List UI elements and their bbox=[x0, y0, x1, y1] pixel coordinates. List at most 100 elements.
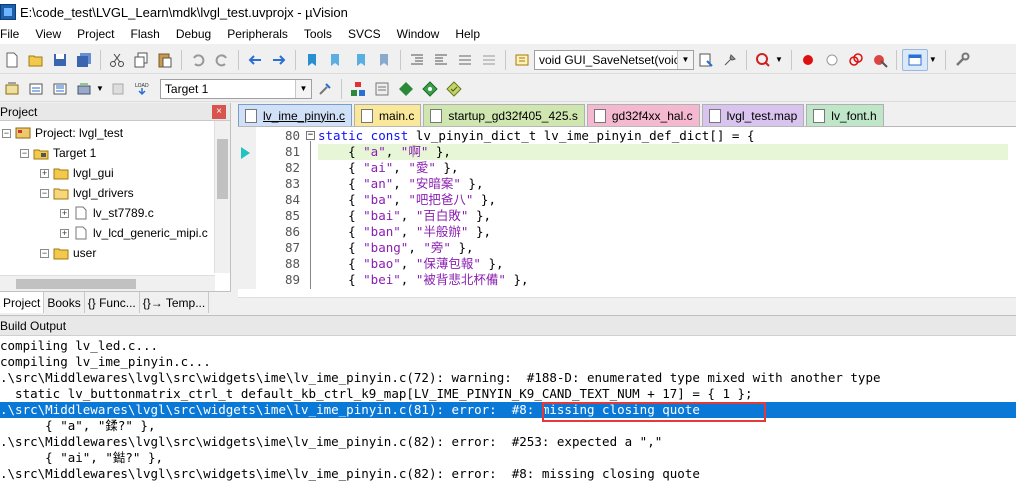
comment-icon[interactable] bbox=[454, 49, 476, 71]
tab-gd32f4xx-hal[interactable]: gd32f4xx_hal.c bbox=[586, 104, 700, 126]
editor-horizontal-scrollbar[interactable] bbox=[238, 297, 1016, 313]
save-icon[interactable] bbox=[49, 49, 71, 71]
collapse-icon[interactable]: − bbox=[20, 148, 29, 158]
navigate-forward-icon[interactable] bbox=[268, 49, 290, 71]
bookmark-toggle-icon[interactable] bbox=[301, 49, 323, 71]
tree-node-lv-st7789[interactable]: + lv_st7789.c bbox=[60, 203, 154, 223]
collapse-icon[interactable]: − bbox=[40, 188, 49, 198]
build-toolbar: ▼ LOAD Target 1 ▼ bbox=[0, 76, 1016, 102]
file-icon bbox=[813, 108, 826, 123]
file-extensions-icon[interactable] bbox=[371, 78, 393, 100]
browse-tools-icon[interactable] bbox=[719, 49, 741, 71]
menu-file[interactable]: File bbox=[0, 27, 26, 41]
download-load-icon[interactable]: LOAD bbox=[131, 78, 153, 100]
build-line-warning[interactable]: .\src\Middlewares\lvgl\src\widgets\ime\l… bbox=[0, 370, 1016, 386]
undo-icon[interactable] bbox=[187, 49, 209, 71]
bookmark-next-icon[interactable] bbox=[349, 49, 371, 71]
windows-layout-icon[interactable] bbox=[901, 48, 928, 71]
breakpoint-disable-icon[interactable] bbox=[821, 49, 843, 71]
project-vertical-scrollbar[interactable] bbox=[214, 121, 230, 273]
tree-node-user[interactable]: − user bbox=[40, 243, 96, 263]
menu-debug[interactable]: Debug bbox=[176, 27, 218, 41]
toolbar-separator bbox=[746, 49, 747, 70]
rebuild-icon[interactable] bbox=[49, 78, 71, 100]
build-line-error-selected[interactable]: .\src\Middlewares\lvgl\src\widgets\ime\l… bbox=[0, 402, 1016, 418]
tab-lv-font-h[interactable]: lv_font.h bbox=[806, 104, 884, 126]
navigate-back-icon[interactable] bbox=[244, 49, 266, 71]
build-line[interactable]: { "a", "鍒?" }, bbox=[0, 418, 1016, 434]
tree-node-target[interactable]: − Target 1 bbox=[20, 143, 96, 163]
menu-flash[interactable]: Flash bbox=[131, 27, 167, 41]
collapse-icon[interactable]: − bbox=[40, 248, 49, 258]
cut-icon[interactable] bbox=[106, 49, 128, 71]
tab-lvgl-test-map[interactable]: lvgl_test.map bbox=[701, 104, 805, 126]
build-line[interactable]: compiling lv_ime_pinyin.c... bbox=[0, 354, 1016, 370]
tree-node-lv-lcd-generic-mipi[interactable]: + lv_lcd_generic_mipi.c bbox=[60, 223, 208, 243]
expand-icon[interactable]: + bbox=[60, 208, 69, 218]
tab-project[interactable]: Project bbox=[0, 292, 45, 313]
close-icon[interactable]: × bbox=[212, 104, 226, 119]
build-line[interactable]: { "ai", "鐑?" }, bbox=[0, 450, 1016, 466]
breakpoint-kill-all-icon[interactable] bbox=[869, 49, 891, 71]
indent-icon[interactable] bbox=[406, 49, 428, 71]
manage-rte-icon[interactable] bbox=[419, 78, 441, 100]
tree-node-lvgl-drivers[interactable]: − lvgl_drivers bbox=[40, 183, 134, 203]
select-packs-icon[interactable] bbox=[395, 78, 417, 100]
manage-project-items-icon[interactable] bbox=[347, 78, 369, 100]
build-line[interactable]: static lv_buttonmatrix_ctrl_t default_kb… bbox=[0, 386, 1016, 402]
menu-help[interactable]: Help bbox=[455, 27, 487, 41]
tab-main-c[interactable]: main.c bbox=[354, 104, 422, 126]
breakpoint-disable-all-icon[interactable] bbox=[845, 49, 867, 71]
build-line-error[interactable]: .\src\Middlewares\lvgl\src\widgets\ime\l… bbox=[0, 434, 1016, 450]
tree-node-project[interactable]: − Project: lvgl_test bbox=[2, 123, 123, 143]
build-line-error[interactable]: .\src\Middlewares\lvgl\src\widgets\ime\l… bbox=[0, 466, 1016, 481]
function-combo[interactable]: void GUI_SaveNetset(voic ▼ bbox=[534, 49, 694, 70]
menu-project[interactable]: Project bbox=[77, 27, 121, 41]
expand-icon[interactable]: + bbox=[40, 168, 49, 178]
bookmark-prev-icon[interactable] bbox=[325, 49, 347, 71]
fold-collapse-icon[interactable]: − bbox=[306, 131, 315, 140]
build-line[interactable]: compiling lv_led.c... bbox=[0, 338, 1016, 354]
paste-icon[interactable] bbox=[154, 49, 176, 71]
tree-node-label: lvgl_gui bbox=[73, 166, 114, 180]
tab-books[interactable]: Books bbox=[44, 292, 85, 313]
tab-functions[interactable]: {} Func... bbox=[85, 292, 140, 313]
bookmark-clear-icon[interactable] bbox=[373, 49, 395, 71]
project-horizontal-scrollbar[interactable] bbox=[0, 275, 215, 291]
debug-session-icon[interactable] bbox=[752, 49, 774, 71]
target-combo[interactable]: Target 1 ▼ bbox=[159, 78, 312, 99]
expand-icon[interactable]: + bbox=[60, 228, 69, 238]
tree-node-lvgl-gui[interactable]: + lvgl_gui bbox=[40, 163, 114, 183]
menu-svcs[interactable]: SVCS bbox=[348, 27, 388, 41]
breakpoint-insert-icon[interactable] bbox=[797, 49, 819, 71]
pack-installer-icon[interactable] bbox=[443, 78, 465, 100]
file-icon bbox=[708, 108, 721, 123]
configure-tools-icon[interactable] bbox=[951, 49, 973, 71]
redo-icon[interactable] bbox=[211, 49, 233, 71]
tab-startup[interactable]: startup_gd32f405_425.s bbox=[423, 104, 585, 126]
new-file-icon[interactable] bbox=[1, 49, 23, 71]
tab-lv-ime-pinyin[interactable]: lv_ime_pinyin.c bbox=[238, 104, 353, 126]
copy-icon[interactable] bbox=[130, 49, 152, 71]
open-folder-icon[interactable] bbox=[25, 49, 47, 71]
goto-definition-icon[interactable] bbox=[695, 49, 717, 71]
save-all-icon[interactable] bbox=[73, 49, 95, 71]
menu-peripherals[interactable]: Peripherals bbox=[227, 27, 295, 41]
unindent-icon[interactable] bbox=[430, 49, 452, 71]
toolbar-separator bbox=[340, 78, 342, 99]
translate-icon[interactable] bbox=[1, 78, 23, 100]
toolbar-separator bbox=[505, 49, 506, 70]
target-options-icon[interactable] bbox=[314, 78, 336, 100]
menu-window[interactable]: Window bbox=[397, 27, 447, 41]
code-area[interactable]: − 80 static const lv_pinyin_dict_t lv_im… bbox=[238, 127, 1016, 289]
collapse-icon[interactable]: − bbox=[2, 128, 11, 138]
batch-build-icon[interactable] bbox=[73, 78, 95, 100]
menu-view[interactable]: View bbox=[35, 27, 68, 41]
build-icon[interactable] bbox=[25, 78, 47, 100]
tab-templates[interactable]: {}→ Temp... bbox=[140, 292, 210, 313]
file-icon bbox=[75, 226, 87, 240]
stop-build-icon[interactable] bbox=[107, 78, 129, 100]
menu-tools[interactable]: Tools bbox=[304, 27, 339, 41]
find-in-files-icon[interactable] bbox=[511, 49, 533, 71]
uncomment-icon[interactable] bbox=[478, 49, 500, 71]
